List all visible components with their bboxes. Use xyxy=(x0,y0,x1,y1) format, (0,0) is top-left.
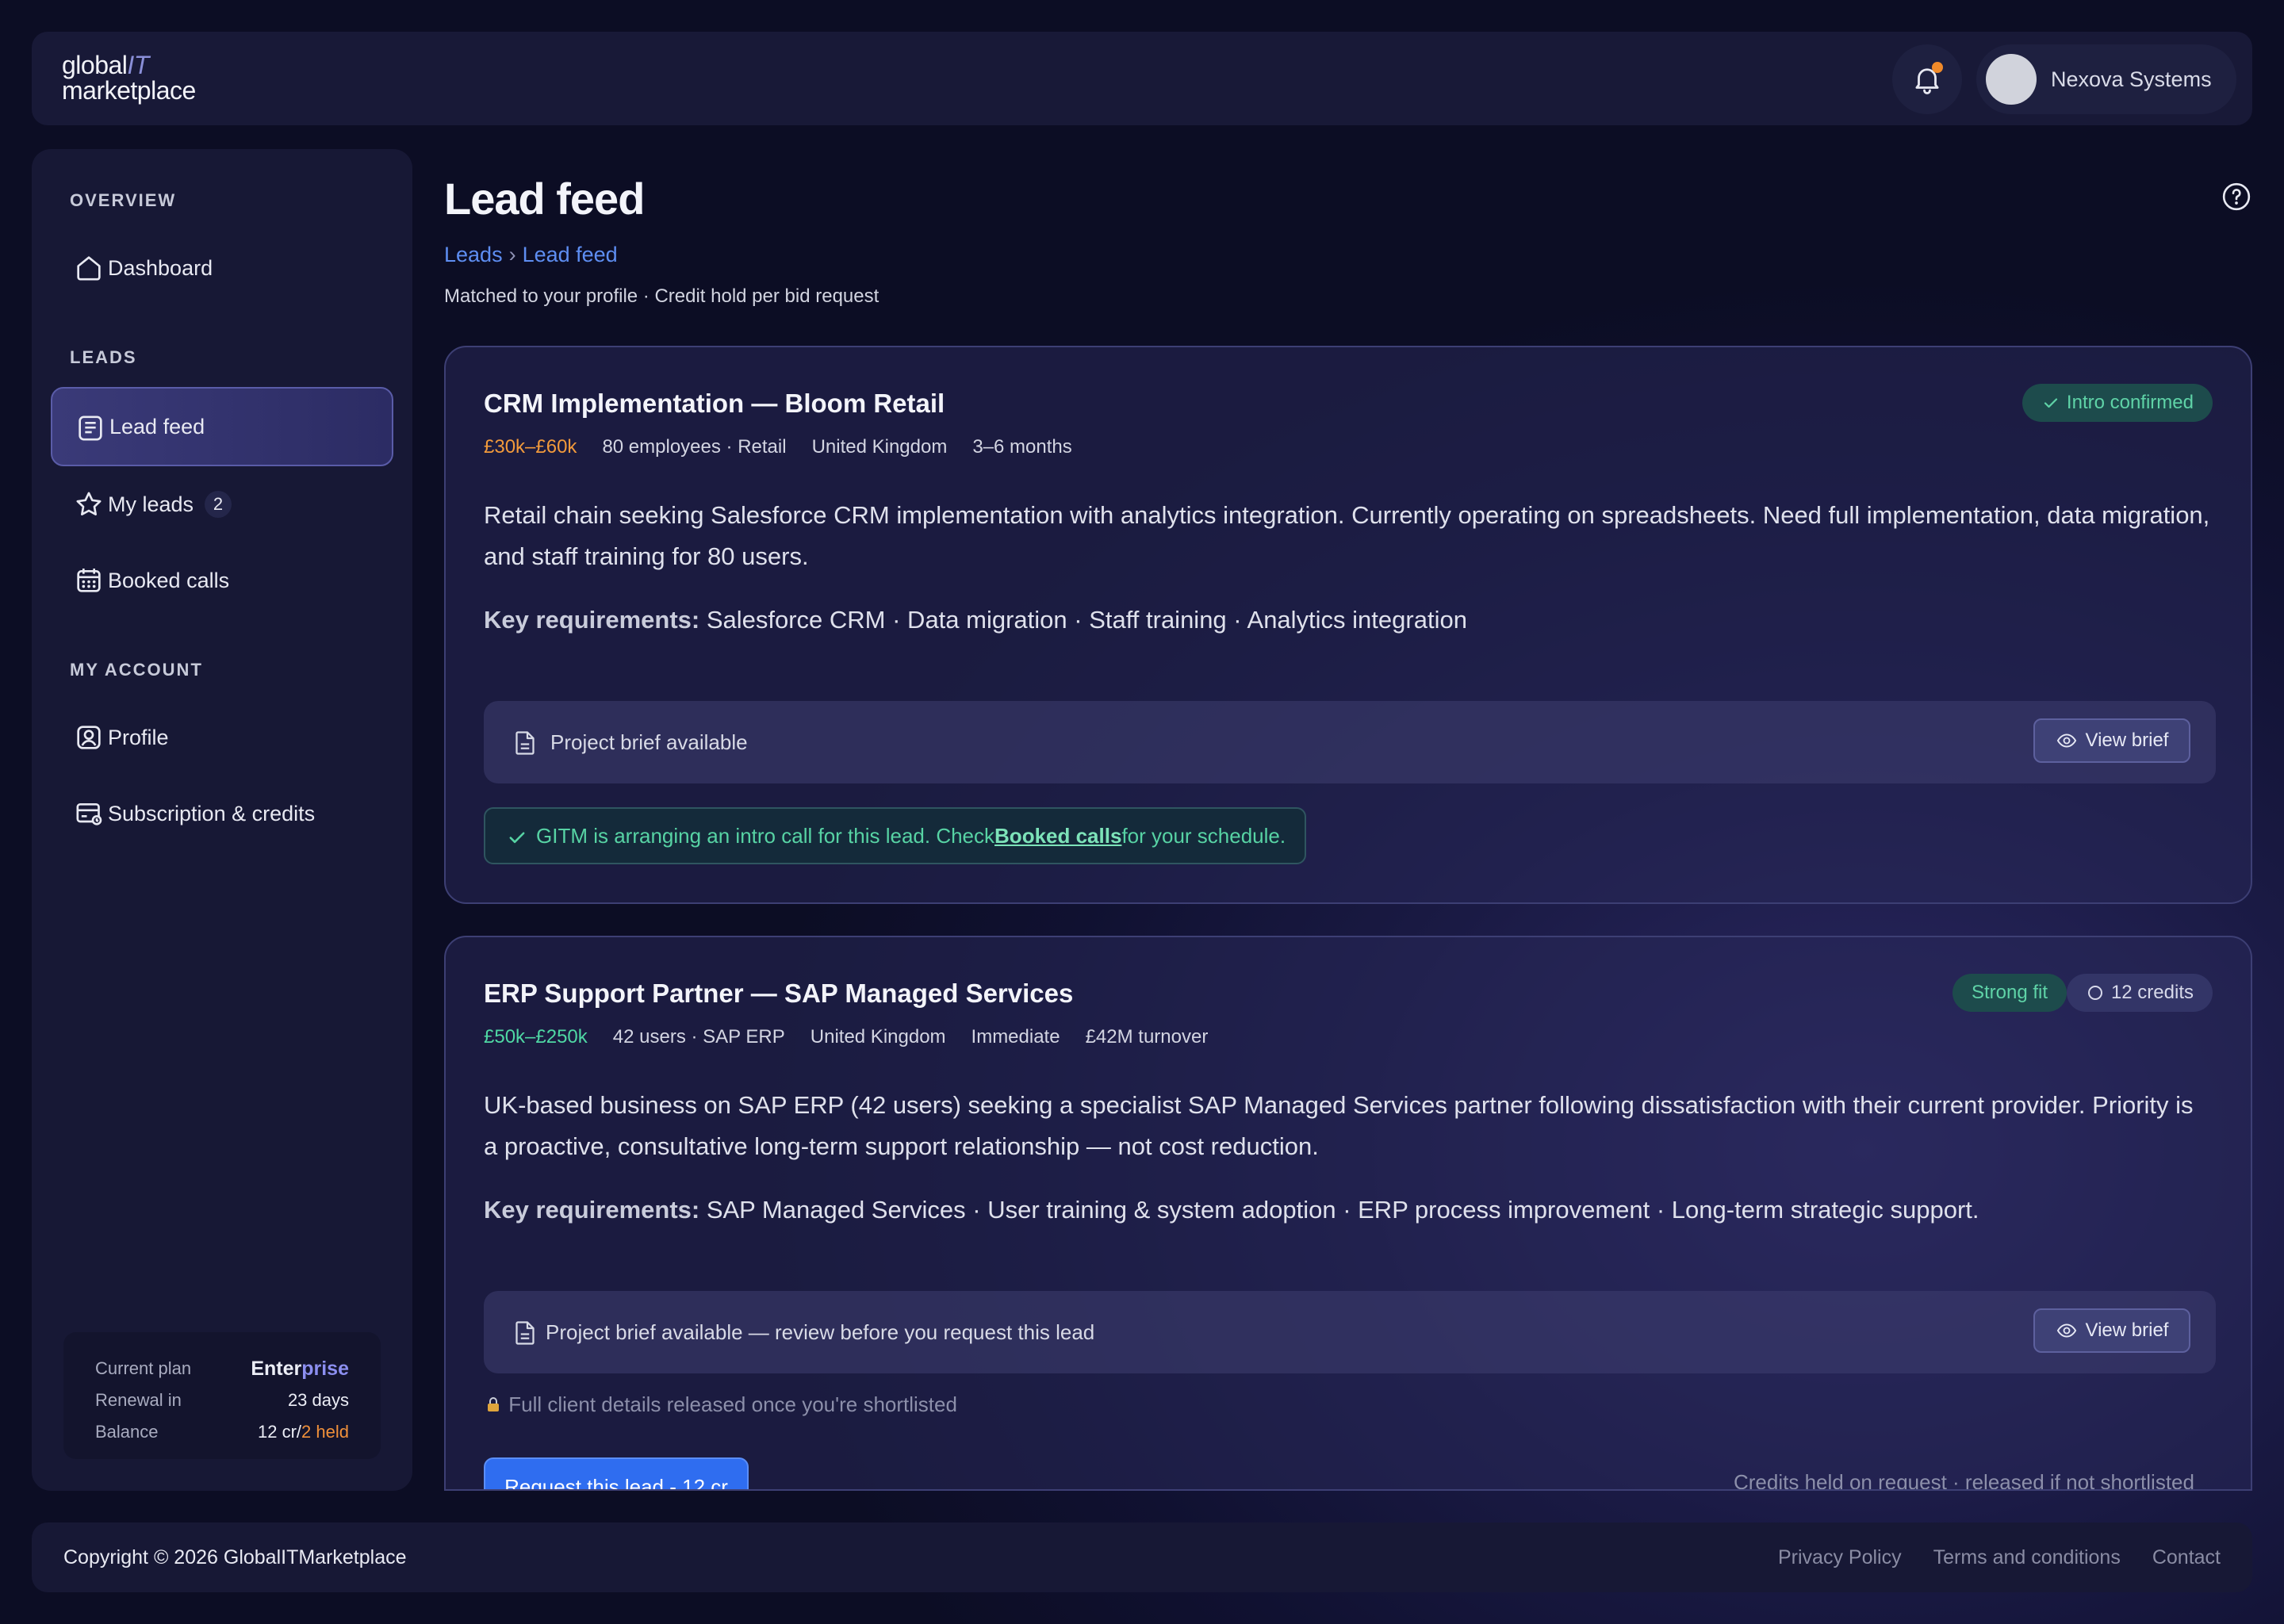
credits-badge: 12 credits xyxy=(2066,974,2213,1012)
intro-call-notice: GITM is arranging an intro call for this… xyxy=(484,807,1307,864)
sidebar-item-label: Dashboard xyxy=(108,255,213,280)
lead-budget: £50k–£250k xyxy=(484,1026,588,1048)
page-title: Lead feed xyxy=(444,174,645,224)
sidebar-item-label: My leads xyxy=(108,492,194,516)
breadcrumb-separator: › xyxy=(508,243,516,266)
sidebar-item-dashboard[interactable]: Dashboard xyxy=(51,228,393,308)
lead-title: ERP Support Partner — SAP Managed Servic… xyxy=(484,979,1074,1008)
logo-word-marketplace: marketplace xyxy=(62,76,196,105)
sidebar: OVERVIEW Dashboard LEADS Lead feed My le… xyxy=(32,149,412,1491)
balance-label: Balance xyxy=(95,1422,159,1442)
section-title-leads: LEADS xyxy=(70,347,137,367)
sidebar-item-lead-feed[interactable]: Lead feed xyxy=(51,387,393,466)
star-icon xyxy=(76,492,102,515)
sidebar-item-label: Lead feed xyxy=(109,414,205,439)
profile-icon xyxy=(77,726,101,749)
account-menu[interactable]: Nexova Systems xyxy=(1976,44,2236,114)
renewal-label: Renewal in xyxy=(95,1390,182,1410)
avatar xyxy=(1986,54,2037,105)
project-brief-bar: Project brief available — review before … xyxy=(484,1291,2216,1373)
feed-icon xyxy=(79,416,102,441)
lead-turnover: £42M turnover xyxy=(1085,1026,1209,1048)
top-bar: globalIT marketplace Nexova Systems xyxy=(32,32,2252,125)
lead-timeline: 3–6 months xyxy=(972,436,1072,458)
credit-coin-icon xyxy=(2087,986,2102,1000)
contact-link[interactable]: Contact xyxy=(2152,1546,2221,1569)
help-icon[interactable] xyxy=(2221,181,2252,213)
current-plan-label: Current plan xyxy=(95,1358,192,1378)
breadcrumb-lead-feed[interactable]: Lead feed xyxy=(523,243,618,266)
calendar-icon xyxy=(77,569,101,592)
sidebar-item-subscription[interactable]: Subscription & credits xyxy=(51,774,393,853)
lead-description: UK-based business on SAP ERP (42 users) … xyxy=(484,1091,2194,1160)
balance-value: 12 cr/2 held xyxy=(258,1422,349,1442)
notifications-button[interactable] xyxy=(1892,44,1962,114)
section-title-overview: OVERVIEW xyxy=(70,190,177,210)
status-badge: Intro confirmed xyxy=(2021,384,2213,422)
check-icon xyxy=(2044,398,2058,408)
logo[interactable]: globalIT marketplace xyxy=(62,52,196,103)
lock-icon xyxy=(488,1397,499,1411)
brief-label: Project brief available xyxy=(550,730,748,754)
view-brief-button[interactable]: View brief xyxy=(2033,1308,2190,1353)
lead-requirements: Key requirements: Salesforce CRM · Data … xyxy=(484,606,1467,634)
document-icon xyxy=(515,731,535,755)
lead-title: CRM Implementation — Bloom Retail xyxy=(484,389,945,418)
lead-description: Retail chain seeking Salesforce CRM impl… xyxy=(484,501,2210,570)
sidebar-item-label: Profile xyxy=(108,725,169,749)
sidebar-item-label: Subscription & credits xyxy=(108,801,316,825)
lead-country: United Kingdom xyxy=(811,436,948,458)
breadcrumb-leads[interactable]: Leads xyxy=(444,243,503,266)
lead-requirements: Key requirements: SAP Managed Services ·… xyxy=(484,1196,1979,1224)
brief-label: Project brief available — review before … xyxy=(546,1320,1095,1344)
lead-country: United Kingdom xyxy=(810,1026,946,1048)
request-lead-button[interactable]: Request this lead - 12 cr xyxy=(484,1457,749,1489)
view-brief-button[interactable]: View brief xyxy=(2033,718,2190,763)
credits-hold-note: Credits held on request · released if no… xyxy=(1734,1470,2194,1491)
copyright: Copyright © 2026 GlobalITMarketplace xyxy=(63,1545,407,1568)
lead-budget: £30k–£60k xyxy=(484,436,577,458)
account-name: Nexova Systems xyxy=(2051,67,2212,91)
document-icon xyxy=(515,1321,535,1345)
footer: Copyright © 2026 GlobalITMarketplace Pri… xyxy=(32,1522,2252,1592)
sidebar-item-profile[interactable]: Profile xyxy=(51,698,393,777)
lead-card: CRM Implementation — Bloom Retail Intro … xyxy=(444,346,2252,904)
check-icon xyxy=(509,832,525,844)
section-title-my-account: MY ACCOUNT xyxy=(70,660,203,680)
lead-meta: £30k–£60k 80 employees · Retail United K… xyxy=(484,436,1072,458)
eye-icon xyxy=(2056,733,2076,748)
privacy-policy-link[interactable]: Privacy Policy xyxy=(1778,1546,1902,1569)
logo-word-global: global xyxy=(62,51,128,79)
notification-dot xyxy=(1932,62,1943,73)
current-plan-value: Enterprise xyxy=(251,1357,349,1380)
terms-link[interactable]: Terms and conditions xyxy=(1933,1546,2121,1569)
project-brief-bar: Project brief available View brief xyxy=(484,701,2216,783)
sidebar-item-my-leads[interactable]: My leads 2 xyxy=(51,465,393,544)
footer-links: Privacy Policy Terms and conditions Cont… xyxy=(1778,1546,2221,1569)
sidebar-item-label: Booked calls xyxy=(108,568,230,592)
breadcrumb: Leads › Lead feed xyxy=(444,243,618,267)
plan-summary: Current plan Enterprise Renewal in 23 da… xyxy=(63,1332,381,1459)
lead-size: 42 users · SAP ERP xyxy=(612,1026,785,1048)
lead-size: 80 employees · Retail xyxy=(602,436,787,458)
sidebar-item-booked-calls[interactable]: Booked calls xyxy=(51,541,393,620)
eye-icon xyxy=(2056,1323,2076,1338)
fit-badge: Strong fit xyxy=(1952,974,2067,1012)
my-leads-count-badge: 2 xyxy=(205,491,232,518)
home-icon xyxy=(77,256,101,281)
shortlist-note: Full client details released once you're… xyxy=(484,1392,957,1417)
lead-card: ERP Support Partner — SAP Managed Servic… xyxy=(444,936,2252,1491)
billing-icon xyxy=(76,803,102,825)
lead-timeline: Immediate xyxy=(971,1026,1060,1048)
booked-calls-link[interactable]: Booked calls xyxy=(994,824,1121,848)
logo-word-it: IT xyxy=(127,51,149,79)
lead-meta: £50k–£250k 42 users · SAP ERP United Kin… xyxy=(484,1026,1208,1048)
renewal-value: 23 days xyxy=(287,1390,349,1410)
page-subtitle: Matched to your profile · Credit hold pe… xyxy=(444,285,879,307)
